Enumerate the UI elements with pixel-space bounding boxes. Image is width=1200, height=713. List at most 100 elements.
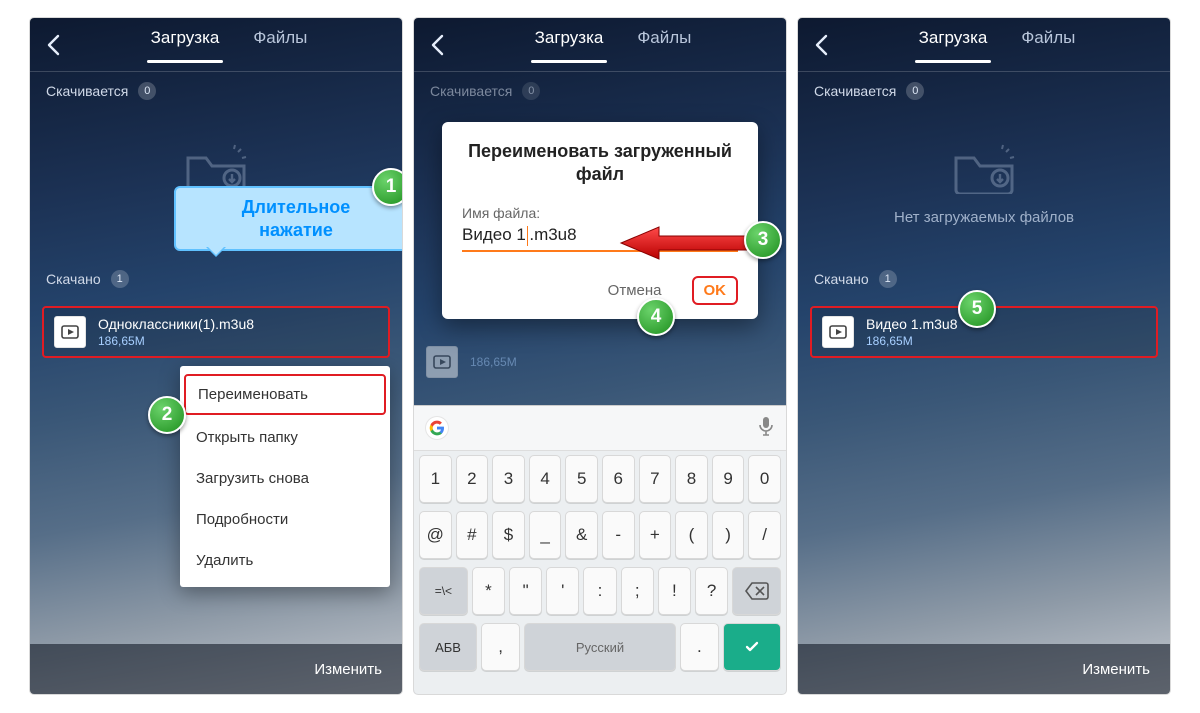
key[interactable]: + (639, 511, 672, 559)
topbar: Загрузка Файлы (414, 18, 786, 72)
key[interactable]: / (748, 511, 781, 559)
downloading-count: 0 (522, 82, 540, 100)
downloaded-label: Скачано (46, 271, 101, 287)
back-icon[interactable] (424, 32, 450, 58)
key-dot[interactable]: . (680, 623, 719, 671)
key[interactable]: $ (492, 511, 525, 559)
kbd-row-3: =\< * " ' : ; ! ? (414, 563, 786, 619)
key[interactable]: 1 (419, 455, 452, 503)
bottom-bar: Изменить (30, 644, 402, 694)
downloading-header: Скачивается 0 (30, 72, 402, 110)
key[interactable]: & (565, 511, 598, 559)
downloaded-count: 1 (879, 270, 897, 288)
topbar: Загрузка Файлы (798, 18, 1170, 72)
file-row[interactable]: Одноклассники(1).m3u8 186,65M (42, 306, 390, 358)
key[interactable]: 9 (712, 455, 745, 503)
video-file-icon (822, 316, 854, 348)
downloading-label: Скачивается (814, 83, 896, 99)
video-file-icon (426, 346, 458, 378)
checkmark-icon (742, 637, 762, 657)
key-space[interactable]: Русский (524, 623, 675, 671)
back-icon[interactable] (40, 32, 66, 58)
menu-rename[interactable]: Переименовать (184, 374, 386, 415)
key[interactable]: 5 (565, 455, 598, 503)
downloaded-label: Скачано (814, 271, 869, 287)
back-icon[interactable] (808, 32, 834, 58)
faded-file-row: 186,65M (426, 346, 517, 378)
key[interactable]: 8 (675, 455, 708, 503)
tab-downloads[interactable]: Загрузка (535, 28, 604, 62)
keyboard[interactable]: 1 2 3 4 5 6 7 8 9 0 @ # $ _ & - + ( ) / … (414, 405, 786, 694)
filename-value-after: .m3u8 (529, 225, 576, 244)
key[interactable]: ; (621, 567, 654, 615)
no-downloads-text: Нет загружаемых файлов (894, 209, 1074, 226)
context-menu: Переименовать Открыть папку Загрузить сн… (180, 366, 390, 587)
key[interactable]: ! (658, 567, 691, 615)
key[interactable]: ? (695, 567, 728, 615)
screen-2: Загрузка Файлы Скачивается 0 186,65M Пер… (414, 18, 786, 694)
tab-downloads[interactable]: Загрузка (151, 28, 220, 62)
kbd-row-1: 1 2 3 4 5 6 7 8 9 0 (414, 451, 786, 507)
key-enter[interactable] (723, 623, 781, 671)
key-comma[interactable]: , (481, 623, 520, 671)
dialog-title: Переименовать загруженный файл (462, 140, 738, 187)
rename-dialog: Переименовать загруженный файл Имя файла… (442, 122, 758, 319)
tab-files[interactable]: Файлы (637, 28, 691, 62)
key-backspace[interactable] (732, 567, 781, 615)
kbd-row-4: АБВ , Русский . (414, 619, 786, 675)
key[interactable]: 6 (602, 455, 635, 503)
tooltip-line1: Длительное (186, 196, 402, 219)
file-name: Видео 1.m3u8 (866, 316, 958, 332)
arrow-to-input-icon (619, 226, 749, 260)
key[interactable]: : (583, 567, 616, 615)
tooltip-line2: нажатие (186, 219, 402, 242)
key[interactable]: 2 (456, 455, 489, 503)
step-badge-2: 2 (148, 396, 186, 434)
file-size: 186,65M (866, 334, 958, 348)
key[interactable]: 7 (639, 455, 672, 503)
key[interactable]: 0 (748, 455, 781, 503)
key[interactable]: ) (712, 511, 745, 559)
key[interactable]: @ (419, 511, 452, 559)
downloading-count: 0 (906, 82, 924, 100)
tab-files[interactable]: Файлы (253, 28, 307, 62)
long-press-tooltip: Длительное нажатие (174, 186, 402, 251)
key[interactable]: 4 (529, 455, 562, 503)
filename-value-before: Видео 1 (462, 225, 526, 244)
menu-redownload[interactable]: Загрузить снова (180, 458, 390, 499)
topbar: Загрузка Файлы (30, 18, 402, 72)
key-symbols[interactable]: =\< (419, 567, 468, 615)
menu-details[interactable]: Подробности (180, 499, 390, 540)
menu-delete[interactable]: Удалить (180, 540, 390, 581)
tab-files[interactable]: Файлы (1021, 28, 1075, 62)
key[interactable]: * (472, 567, 505, 615)
screen-3: Загрузка Файлы Скачивается 0 Нет загружа… (798, 18, 1170, 694)
key[interactable]: # (456, 511, 489, 559)
edit-button[interactable]: Изменить (1082, 661, 1150, 678)
menu-open-folder[interactable]: Открыть папку (180, 417, 390, 458)
mic-icon[interactable] (758, 416, 774, 441)
google-icon[interactable] (426, 417, 448, 439)
kbd-row-2: @ # $ _ & - + ( ) / (414, 507, 786, 563)
tab-downloads[interactable]: Загрузка (919, 28, 988, 62)
screen-1: Загрузка Файлы Скачивается 0 Нет загру С… (30, 18, 402, 694)
key[interactable]: 3 (492, 455, 525, 503)
key[interactable]: _ (529, 511, 562, 559)
ok-button[interactable]: OK (692, 276, 739, 305)
step-badge-3: 3 (744, 221, 782, 259)
downloading-label: Скачивается (430, 83, 512, 99)
downloading-count: 0 (138, 82, 156, 100)
edit-button[interactable]: Изменить (314, 661, 382, 678)
file-name: Одноклассники(1).m3u8 (98, 316, 254, 332)
key-abc[interactable]: АБВ (419, 623, 477, 671)
key[interactable]: " (509, 567, 542, 615)
file-size: 186,65M (98, 334, 254, 348)
bottom-bar: Изменить (798, 644, 1170, 694)
downloading-label: Скачивается (46, 83, 128, 99)
key[interactable]: ' (546, 567, 579, 615)
empty-downloads: Нет загружаемых файлов (798, 110, 1170, 260)
step-badge-5: 5 (958, 290, 996, 328)
key[interactable]: - (602, 511, 635, 559)
filename-label: Имя файла: (462, 205, 738, 221)
key[interactable]: ( (675, 511, 708, 559)
